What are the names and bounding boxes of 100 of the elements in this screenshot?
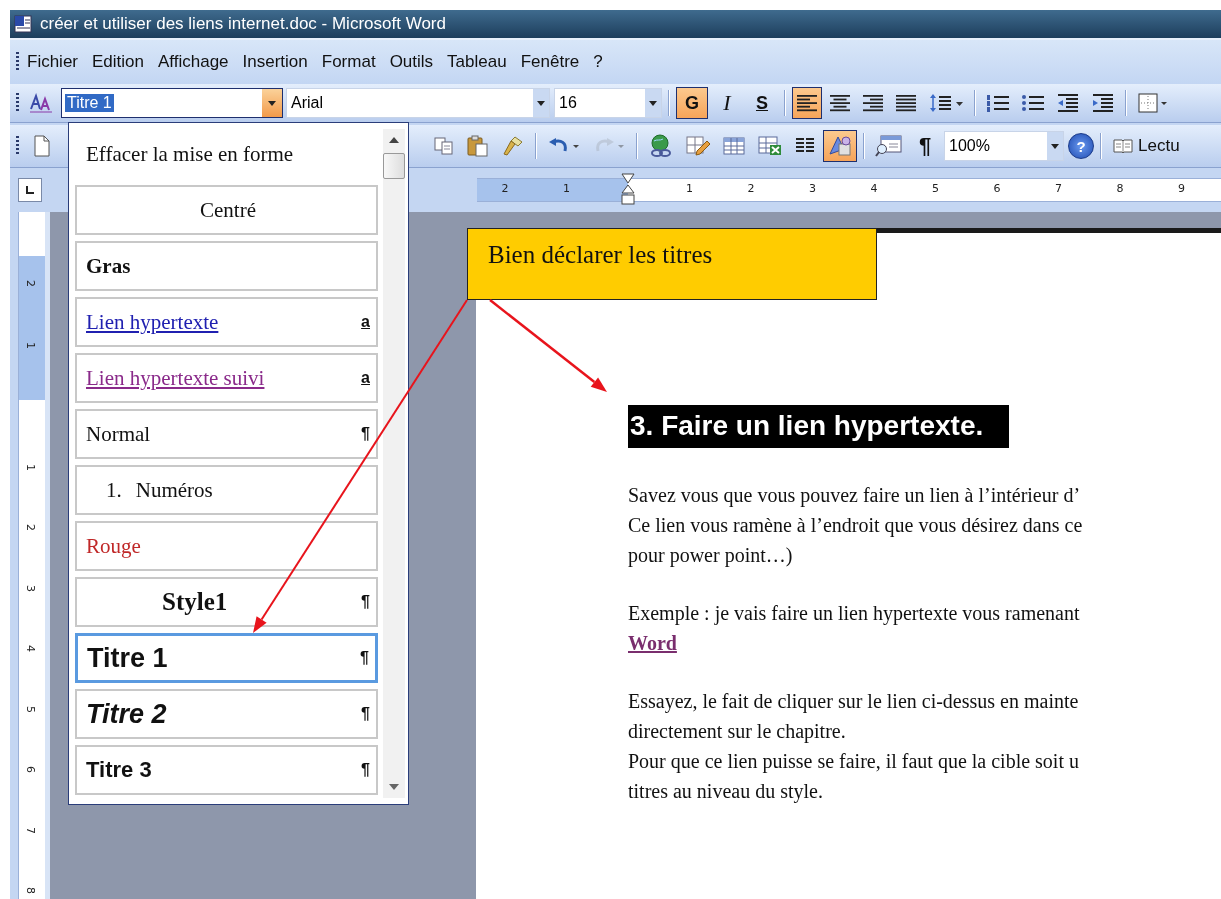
menu-item[interactable]: Fenêtre [520,52,592,72]
text-line: directement sur le chapitre. [628,719,846,745]
align-left-button[interactable] [792,87,822,119]
ruler-number: 7 [24,826,37,834]
reading-button[interactable]: Lectu [1108,130,1184,162]
callout-box: Bien déclarer les titres [467,228,877,300]
text-line: Ce lien vous ramène à l’endroit que vous désirez dans ce [628,513,1083,539]
scroll-thumb[interactable] [383,153,405,179]
style-list-item[interactable]: Titre 1 ¶ [75,633,378,683]
borders-icon [1137,92,1167,114]
style-list-item[interactable]: Lien hypertexte a [75,297,378,347]
hyperlink[interactable]: Word [628,632,677,654]
ruler-number: 1 [686,182,693,195]
decrease-indent-icon [1056,93,1080,113]
document-icon [14,15,32,33]
clipboard-icon [466,135,490,157]
menu-item[interactable]: Affichage [158,52,241,72]
text-line: Essayez, le fait de cliquer sur le lien ci-dessus en mainte [628,689,1079,715]
book-icon [1112,137,1134,155]
spreadsheet-icon [757,135,783,157]
table-pencil-icon [685,135,711,157]
ruler-number: 2 [24,524,37,531]
justify-icon [895,94,917,112]
window-title: créer et utiliser des liens internet.doc - Microsoft Word [40,14,446,34]
scrollbar[interactable] [383,129,405,798]
style-list-item[interactable]: 1. Numéros [75,465,378,515]
character-style-mark: a [361,369,370,387]
tab-selector-button[interactable] [18,178,42,202]
scroll-down-icon[interactable] [389,784,399,790]
text-line: Exemple : je vais faire un lien hypertexte vous ramenant [628,601,1080,627]
numbered-list-icon [986,93,1010,113]
show-marks-button[interactable]: ¶ [910,130,940,162]
style-combo[interactable]: Titre 1 [61,88,283,118]
document-magnifier-icon [875,134,903,158]
style-list-item[interactable]: Rouge [75,521,378,571]
ruler-number: 1 [24,463,37,471]
ruler-number: 1 [563,182,570,195]
ruler-number: 4 [870,182,878,195]
align-left-icon [796,94,818,112]
tab-stop-icon [25,185,35,195]
styles-icon[interactable] [29,93,53,113]
text-line: Savez vous que vous pouvez faire un lien à l’intérieur d’ [628,483,1081,509]
menu-item[interactable]: ? [593,52,615,72]
paragraph-mark: ¶ [361,761,370,779]
ruler-number: 6 [24,766,37,773]
font-combo[interactable]: Arial [286,88,550,118]
align-center-icon [829,94,851,112]
text-line: pour power point…) [628,543,793,569]
ruler-number: 8 [1116,182,1124,195]
text-line: Pour que ce lien puisse se faire, il faut que la cible soit u [628,749,1079,775]
ruler-number: 4 [24,645,37,652]
style-list-item[interactable]: Titre 3 ¶ [75,745,378,795]
style-list-item[interactable]: Centré [75,185,378,235]
ruler-number: 5 [932,182,939,195]
underline-button[interactable]: S [746,87,778,119]
ruler-number: 1 [24,341,37,349]
font-size-combo[interactable]: 16 [554,88,662,118]
italic-button[interactable]: I [711,87,743,119]
bulleted-list-icon [1021,93,1045,113]
menu-item[interactable]: Edition [92,52,156,72]
ruler-number: 2 [747,182,755,195]
menu-item[interactable]: Tableau [447,52,519,72]
align-right-icon [862,94,884,112]
indent-marker-icon[interactable] [621,173,635,207]
section-heading: 3. Faire un lien hypertexte. [628,405,1010,448]
text-line: titres au niveau du style. [628,779,823,805]
increase-indent-icon [1091,93,1115,113]
menu-item[interactable]: Fichier [27,52,90,72]
new-document-icon [33,135,51,157]
paragraph-mark: ¶ [361,425,370,443]
style-list-item[interactable]: Style1 ¶ [75,577,378,627]
line-spacing-icon [928,92,964,114]
globe-link-icon [648,134,674,158]
zoom-combo[interactable]: 100% [944,131,1064,161]
paragraph-mark: ¶ [361,593,370,611]
ruler-number: 7 [1055,182,1062,195]
table-icon [722,136,746,156]
character-style-mark: a [361,313,370,331]
menu-item[interactable]: Format [321,52,388,72]
paragraph-mark: ¶ [361,705,370,723]
bold-button[interactable]: G [676,87,708,119]
shapes-icon [827,134,853,158]
style-list-item[interactable]: Normal ¶ [75,409,378,459]
ruler-number: 6 [993,182,1001,195]
style-list-item[interactable]: Titre 2 ¶ [75,689,378,739]
scroll-up-icon[interactable] [389,137,399,143]
ruler-number: 3 [24,584,37,592]
style-list-item[interactable]: Gras [75,241,378,291]
ruler-number: 2 [501,182,509,195]
copy-icon [433,136,455,156]
menu-item[interactable]: Outils [389,52,446,72]
ruler-number: 3 [809,182,816,195]
ruler-number: 9 [1178,182,1185,195]
style-list-item[interactable]: Effacer la mise en forme [75,129,378,179]
paragraph-mark: ¶ [360,649,369,667]
ruler-number: 5 [24,705,37,713]
drawing-button[interactable] [823,130,857,162]
menu-item[interactable]: Insertion [242,52,320,72]
style-list-item[interactable]: Lien hypertexte suivi a [75,353,378,403]
ruler-number: 8 [24,887,37,894]
